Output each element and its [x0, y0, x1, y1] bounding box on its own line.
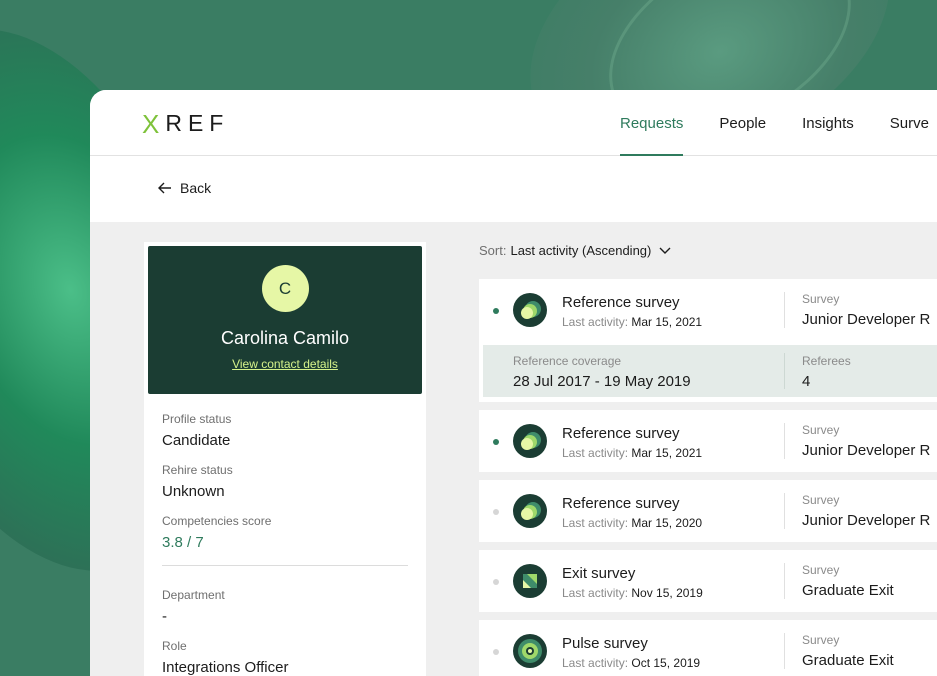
- logo-mark: X: [142, 108, 160, 139]
- survey-type: Junior Developer R: [802, 311, 931, 328]
- survey-type: Graduate Exit: [802, 582, 894, 599]
- back-button[interactable]: Back: [158, 180, 211, 196]
- unread-indicator: [493, 308, 499, 314]
- field-value: Candidate: [162, 432, 231, 449]
- survey-list-item[interactable]: Exit survey Last activity: Nov 15, 2019 …: [479, 550, 937, 612]
- sort-value: Last activity (Ascending): [510, 243, 652, 258]
- field-value: -: [162, 608, 167, 625]
- rehire-status-field: Rehire status Unknown: [162, 463, 408, 500]
- survey-title: Reference survey: [562, 495, 680, 512]
- arrow-left-icon: [158, 182, 171, 194]
- divider: [784, 423, 785, 459]
- field-value: Unknown: [162, 483, 225, 500]
- referees-label: Referees: [802, 354, 851, 368]
- survey-type: Graduate Exit: [802, 652, 894, 669]
- pulse-survey-icon: [513, 634, 547, 668]
- survey-list-item[interactable]: Pulse survey Last activity: Oct 15, 2019…: [479, 620, 937, 676]
- back-label: Back: [180, 180, 212, 196]
- reference-survey-icon: [513, 293, 547, 327]
- reference-survey-icon: [513, 494, 547, 528]
- field-label: Department: [162, 588, 225, 602]
- exit-survey-icon: [513, 564, 547, 598]
- profile-status-field: Profile status Candidate: [162, 412, 408, 449]
- last-activity: Last activity: Nov 15, 2019: [562, 586, 703, 600]
- survey-type: Junior Developer R: [802, 442, 931, 459]
- divider: [784, 353, 785, 389]
- last-activity: Last activity: Mar 15, 2021: [562, 446, 703, 460]
- sort-label: Sort:: [479, 243, 507, 258]
- last-activity: Last activity: Mar 15, 2021: [562, 315, 703, 329]
- survey-type-label: Survey: [802, 423, 840, 437]
- competencies-score-link[interactable]: 3.8 / 7: [162, 534, 408, 551]
- survey-type-label: Survey: [802, 563, 840, 577]
- reference-survey-icon: [513, 424, 547, 458]
- nav-people[interactable]: People: [719, 90, 766, 156]
- survey-list-item[interactable]: Reference survey Last activity: Mar 15, …: [479, 279, 937, 402]
- coverage-value: 28 Jul 2017 - 19 May 2019: [513, 373, 691, 390]
- survey-list-item[interactable]: Reference survey Last activity: Mar 15, …: [479, 410, 937, 472]
- unread-indicator: [493, 439, 499, 445]
- main-nav: Requests People Insights Surve: [620, 90, 937, 157]
- profile-header: C Carolina Camilo View contact details: [148, 246, 422, 394]
- role-field: Role Integrations Officer: [162, 639, 408, 676]
- nav-insights[interactable]: Insights: [802, 90, 854, 156]
- department-field: Department -: [162, 588, 408, 625]
- app-window: X REF Requests People Insights Surve Bac…: [90, 90, 937, 676]
- survey-type-label: Survey: [802, 633, 840, 647]
- survey-list: Reference survey Last activity: Mar 15, …: [479, 279, 937, 676]
- read-indicator: [493, 579, 499, 585]
- survey-title: Reference survey: [562, 294, 680, 311]
- avatar: C: [261, 265, 309, 312]
- view-contact-details-link[interactable]: View contact details: [232, 357, 338, 371]
- referees-value: 4: [802, 373, 811, 390]
- profile-fields: Profile status Candidate Rehire status U…: [144, 398, 426, 676]
- reference-details-panel: Reference coverage 28 Jul 2017 - 19 May …: [483, 345, 937, 397]
- survey-title: Reference survey: [562, 425, 680, 442]
- last-activity: Last activity: Oct 15, 2019: [562, 656, 701, 670]
- divider: [784, 633, 785, 669]
- survey-title: Pulse survey: [562, 635, 648, 652]
- survey-type-label: Survey: [802, 493, 840, 507]
- xref-logo[interactable]: X REF: [142, 110, 229, 137]
- logo-text: REF: [165, 110, 230, 136]
- divider: [784, 563, 785, 599]
- coverage-label: Reference coverage: [513, 354, 622, 368]
- divider: [784, 493, 785, 529]
- competencies-score-field: Competencies score 3.8 / 7: [162, 514, 408, 551]
- last-activity: Last activity: Mar 15, 2020: [562, 516, 703, 530]
- survey-type-label: Survey: [802, 292, 840, 306]
- divider: [784, 292, 785, 328]
- chevron-down-icon: [659, 247, 671, 254]
- sort-dropdown[interactable]: Sort: Last activity (Ascending): [479, 243, 671, 258]
- field-label: Role: [162, 639, 187, 653]
- read-indicator: [493, 509, 499, 515]
- profile-card: C Carolina Camilo View contact details P…: [144, 242, 426, 676]
- divider: [162, 565, 408, 566]
- field-label: Competencies score: [162, 514, 272, 528]
- candidate-name: Carolina Camilo: [220, 328, 350, 348]
- survey-title: Exit survey: [562, 565, 636, 582]
- survey-list-item[interactable]: Reference survey Last activity: Mar 15, …: [479, 480, 937, 542]
- nav-requests[interactable]: Requests: [620, 90, 684, 157]
- field-label: Profile status: [162, 412, 232, 426]
- nav-surveys[interactable]: Surve: [890, 90, 929, 156]
- field-label: Rehire status: [162, 463, 233, 477]
- survey-type: Junior Developer R: [802, 512, 931, 529]
- read-indicator: [493, 649, 499, 655]
- sub-header: Back: [90, 156, 937, 222]
- top-navigation-bar: X REF Requests People Insights Surve: [90, 90, 937, 157]
- field-value: Integrations Officer: [162, 659, 289, 676]
